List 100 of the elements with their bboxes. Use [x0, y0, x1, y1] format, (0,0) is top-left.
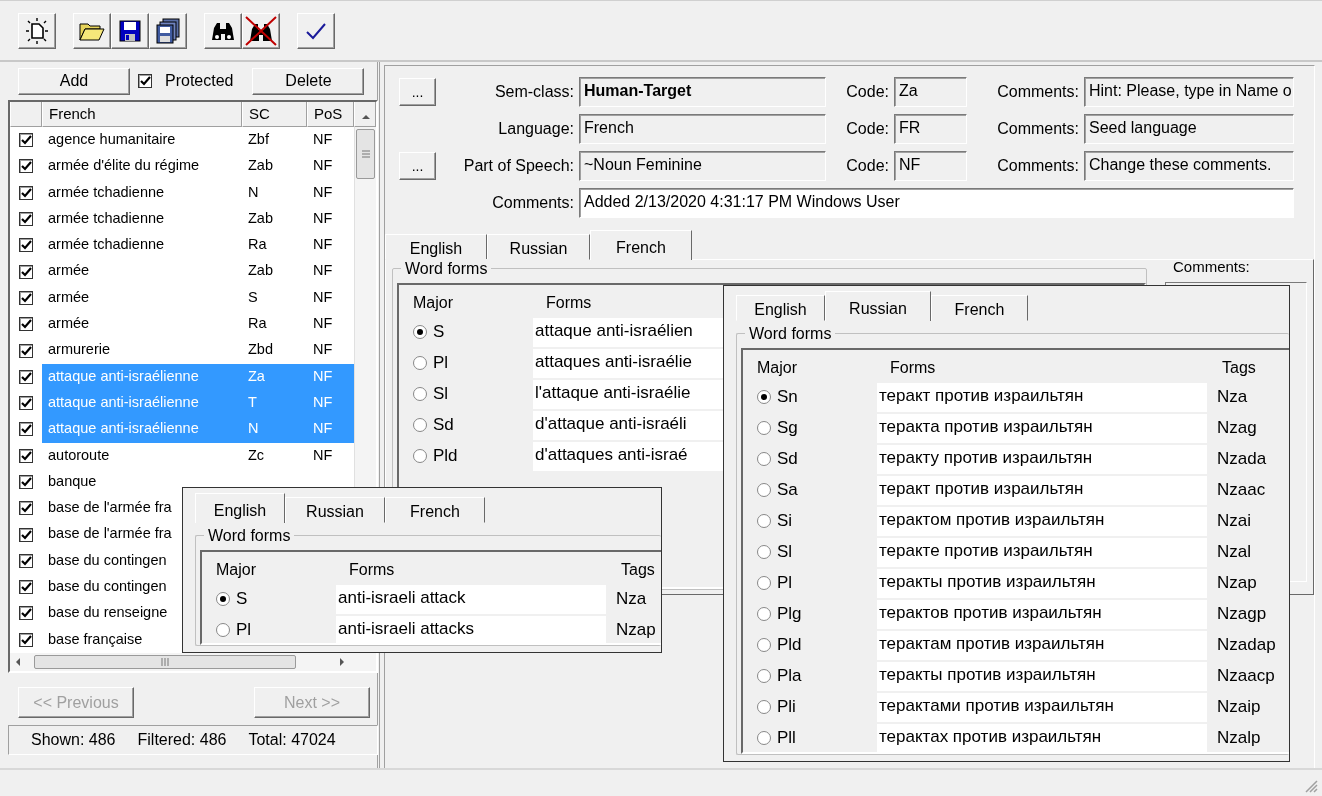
text-field[interactable]: ~Noun Feminine	[579, 151, 826, 181]
column-header[interactable]: SC	[242, 102, 307, 127]
checkbox-label: Protected	[165, 71, 234, 91]
comments-field[interactable]: Hint: Please, type in Name o	[1084, 77, 1294, 107]
column-header: Tags	[1222, 358, 1256, 378]
table-cell[interactable]: Zbd	[242, 337, 307, 364]
column-header[interactable]: PoS	[307, 102, 354, 127]
table-cell-text: Nzada	[1216, 449, 1267, 470]
column-header: Forms	[889, 358, 937, 378]
table-cell[interactable]: NF	[307, 232, 354, 259]
field-label: Comments:	[996, 82, 1079, 102]
table-cell[interactable]: armée	[42, 284, 242, 312]
comments-field[interactable]: Change these comments.	[1084, 151, 1294, 181]
table-cell[interactable]: armée tchadienne	[42, 179, 242, 206]
radio-label: Pli	[777, 697, 796, 718]
table-cell[interactable]: NF	[307, 284, 354, 312]
table-cell[interactable]: anti-israeli attack	[336, 585, 606, 614]
radio-label: Plg	[777, 604, 802, 625]
table-cell[interactable]: armée	[42, 311, 242, 338]
radio-label: Si	[777, 511, 793, 532]
comments-field[interactable]: Seed language	[1084, 114, 1294, 144]
radio-label: Pl	[236, 620, 252, 641]
column-header: Tags	[621, 560, 655, 580]
table-cell-text: Nzagp	[1216, 604, 1267, 625]
text-field[interactable]: French	[579, 114, 826, 144]
browse-button[interactable]: ...	[399, 152, 436, 180]
table-cell[interactable]: NF	[307, 179, 354, 206]
radio-label: Pll	[777, 728, 796, 749]
table-cell[interactable]: NF	[307, 205, 354, 233]
add-button[interactable]: Add	[18, 67, 130, 95]
tab[interactable]: French	[385, 497, 485, 523]
tab[interactable]: French	[931, 295, 1028, 321]
tab[interactable]: Russian	[825, 291, 931, 321]
table-cell[interactable]: agence humanitaire	[42, 127, 242, 154]
table-cell[interactable]: Zab	[242, 205, 307, 233]
table-cell[interactable]: Ra	[242, 311, 307, 338]
radio-label: Sl	[433, 384, 449, 405]
radio-label: Sg	[777, 418, 798, 439]
column-header: Major	[216, 560, 257, 580]
table-cell[interactable]: banque	[42, 468, 242, 496]
tab[interactable]: French	[590, 230, 692, 260]
table-cell[interactable]: Zab	[242, 258, 307, 285]
table-cell[interactable]: теракты против израильтян	[877, 569, 1207, 598]
code-field[interactable]: NF	[894, 151, 967, 181]
table-cell[interactable]: теракт против израильтян	[877, 383, 1207, 412]
table-cell[interactable]: armée tchadienne	[42, 232, 242, 259]
table-cell[interactable]: NF	[307, 337, 354, 364]
table-cell-text: Nzag	[1216, 418, 1257, 439]
table-cell[interactable]: Zc	[242, 442, 307, 469]
tab[interactable]: Russian	[487, 234, 590, 260]
table-cell[interactable]: терактами против израильтян	[877, 693, 1207, 722]
tab[interactable]: English	[736, 295, 825, 321]
column-header[interactable]: French	[42, 102, 242, 127]
radio-label: Pl	[777, 573, 793, 594]
table-cell[interactable]: S	[242, 284, 307, 312]
tab[interactable]: English	[385, 234, 487, 260]
field-label: Language:	[497, 119, 574, 139]
tab[interactable]: English	[195, 493, 285, 523]
table-cell[interactable]: Zbf	[242, 127, 307, 154]
table-cell[interactable]: NF	[307, 258, 354, 285]
code-field[interactable]: FR	[894, 114, 967, 144]
table-cell-text: Nza	[615, 589, 647, 610]
text-field[interactable]: Human-Target	[579, 77, 826, 107]
table-cell[interactable]: armée	[42, 258, 242, 285]
table-cell[interactable]: терактом против израильтян	[877, 507, 1207, 536]
delete-button[interactable]: Delete	[252, 67, 365, 95]
count-label: Total: 47024	[248, 729, 336, 750]
browse-button[interactable]: ...	[399, 78, 436, 106]
table-cell[interactable]: NF	[307, 442, 354, 469]
table-cell[interactable]: теракте против израильтян	[877, 538, 1207, 567]
table-cell[interactable]: NF	[307, 153, 354, 180]
code-field[interactable]: Za	[894, 77, 967, 107]
table-cell[interactable]: терактах против израильтян	[877, 724, 1207, 753]
table-cell[interactable]: Ra	[242, 232, 307, 259]
table-cell[interactable]: armurerie	[42, 337, 242, 364]
table-cell[interactable]: NF	[307, 127, 354, 154]
comments-field[interactable]: Added 2/13/2020 4:31:17 PM Windows User	[579, 188, 1294, 218]
table-cell-text: Nzadap	[1216, 635, 1276, 656]
table-cell[interactable]: теракту против израильтян	[877, 445, 1207, 474]
radio-label: S	[236, 589, 248, 610]
table-cell[interactable]: теракты против израильтян	[877, 662, 1207, 691]
table-cell[interactable]: armée d'élite du régime	[42, 153, 242, 180]
table-cell[interactable]: NF	[307, 311, 354, 338]
table-cell[interactable]: терактам против израильтян	[877, 631, 1207, 660]
table-cell-text: Nzaac	[1216, 480, 1266, 501]
radio-label: Sl	[777, 542, 793, 563]
column-header: Forms	[348, 560, 396, 580]
table-cell[interactable]: anti-israeli attacks	[336, 616, 606, 645]
table-cell[interactable]: armée tchadienne	[42, 205, 242, 233]
tab[interactable]: Russian	[285, 497, 385, 523]
table-cell[interactable]: теракт против израильтян	[877, 476, 1207, 505]
table-cell[interactable]: N	[242, 179, 307, 206]
field-label: Comments:	[1173, 258, 1250, 276]
radio-label: Pla	[777, 666, 802, 687]
table-cell[interactable]: autoroute	[42, 442, 242, 469]
table-cell[interactable]: терактов против израильтян	[877, 600, 1207, 629]
table-cell[interactable]: теракта против израильтян	[877, 414, 1207, 443]
table-cell[interactable]: Zab	[242, 153, 307, 180]
field-label: Part of Speech:	[462, 156, 574, 176]
field-label: Sem-class:	[493, 82, 574, 102]
